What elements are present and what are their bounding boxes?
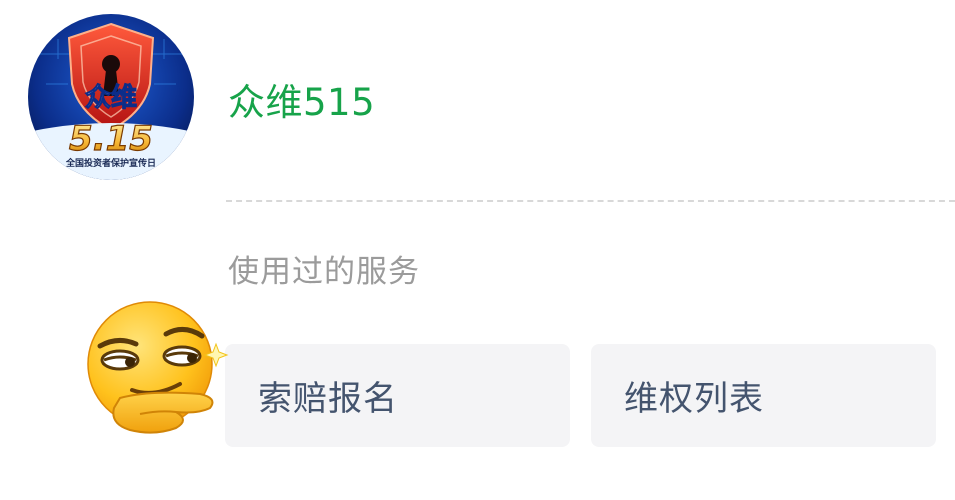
service-card-claim-registration[interactable]: 索赔报名 <box>225 344 570 447</box>
section-divider <box>226 200 955 202</box>
avatar-caption: 全国投资者保护宣传日 <box>65 157 156 169</box>
shield-keyhole-logo-icon: 众维 5.15 全国投资者保护宣传日 <box>28 14 194 180</box>
avatar-headline: 众维 <box>85 82 137 113</box>
service-card-label: 维权列表 <box>624 379 764 419</box>
avatar-date-mark: 5.15 <box>69 119 153 159</box>
service-card-label: 索赔报名 <box>258 379 398 419</box>
services-section-title: 使用过的服务 <box>228 254 420 290</box>
smirk-thinking-emoji-icon <box>87 301 229 434</box>
account-name[interactable]: 众维515 <box>228 72 375 126</box>
account-avatar[interactable]: 众维 5.15 全国投资者保护宣传日 <box>28 14 194 180</box>
service-card-rights-list[interactable]: 维权列表 <box>591 344 936 447</box>
